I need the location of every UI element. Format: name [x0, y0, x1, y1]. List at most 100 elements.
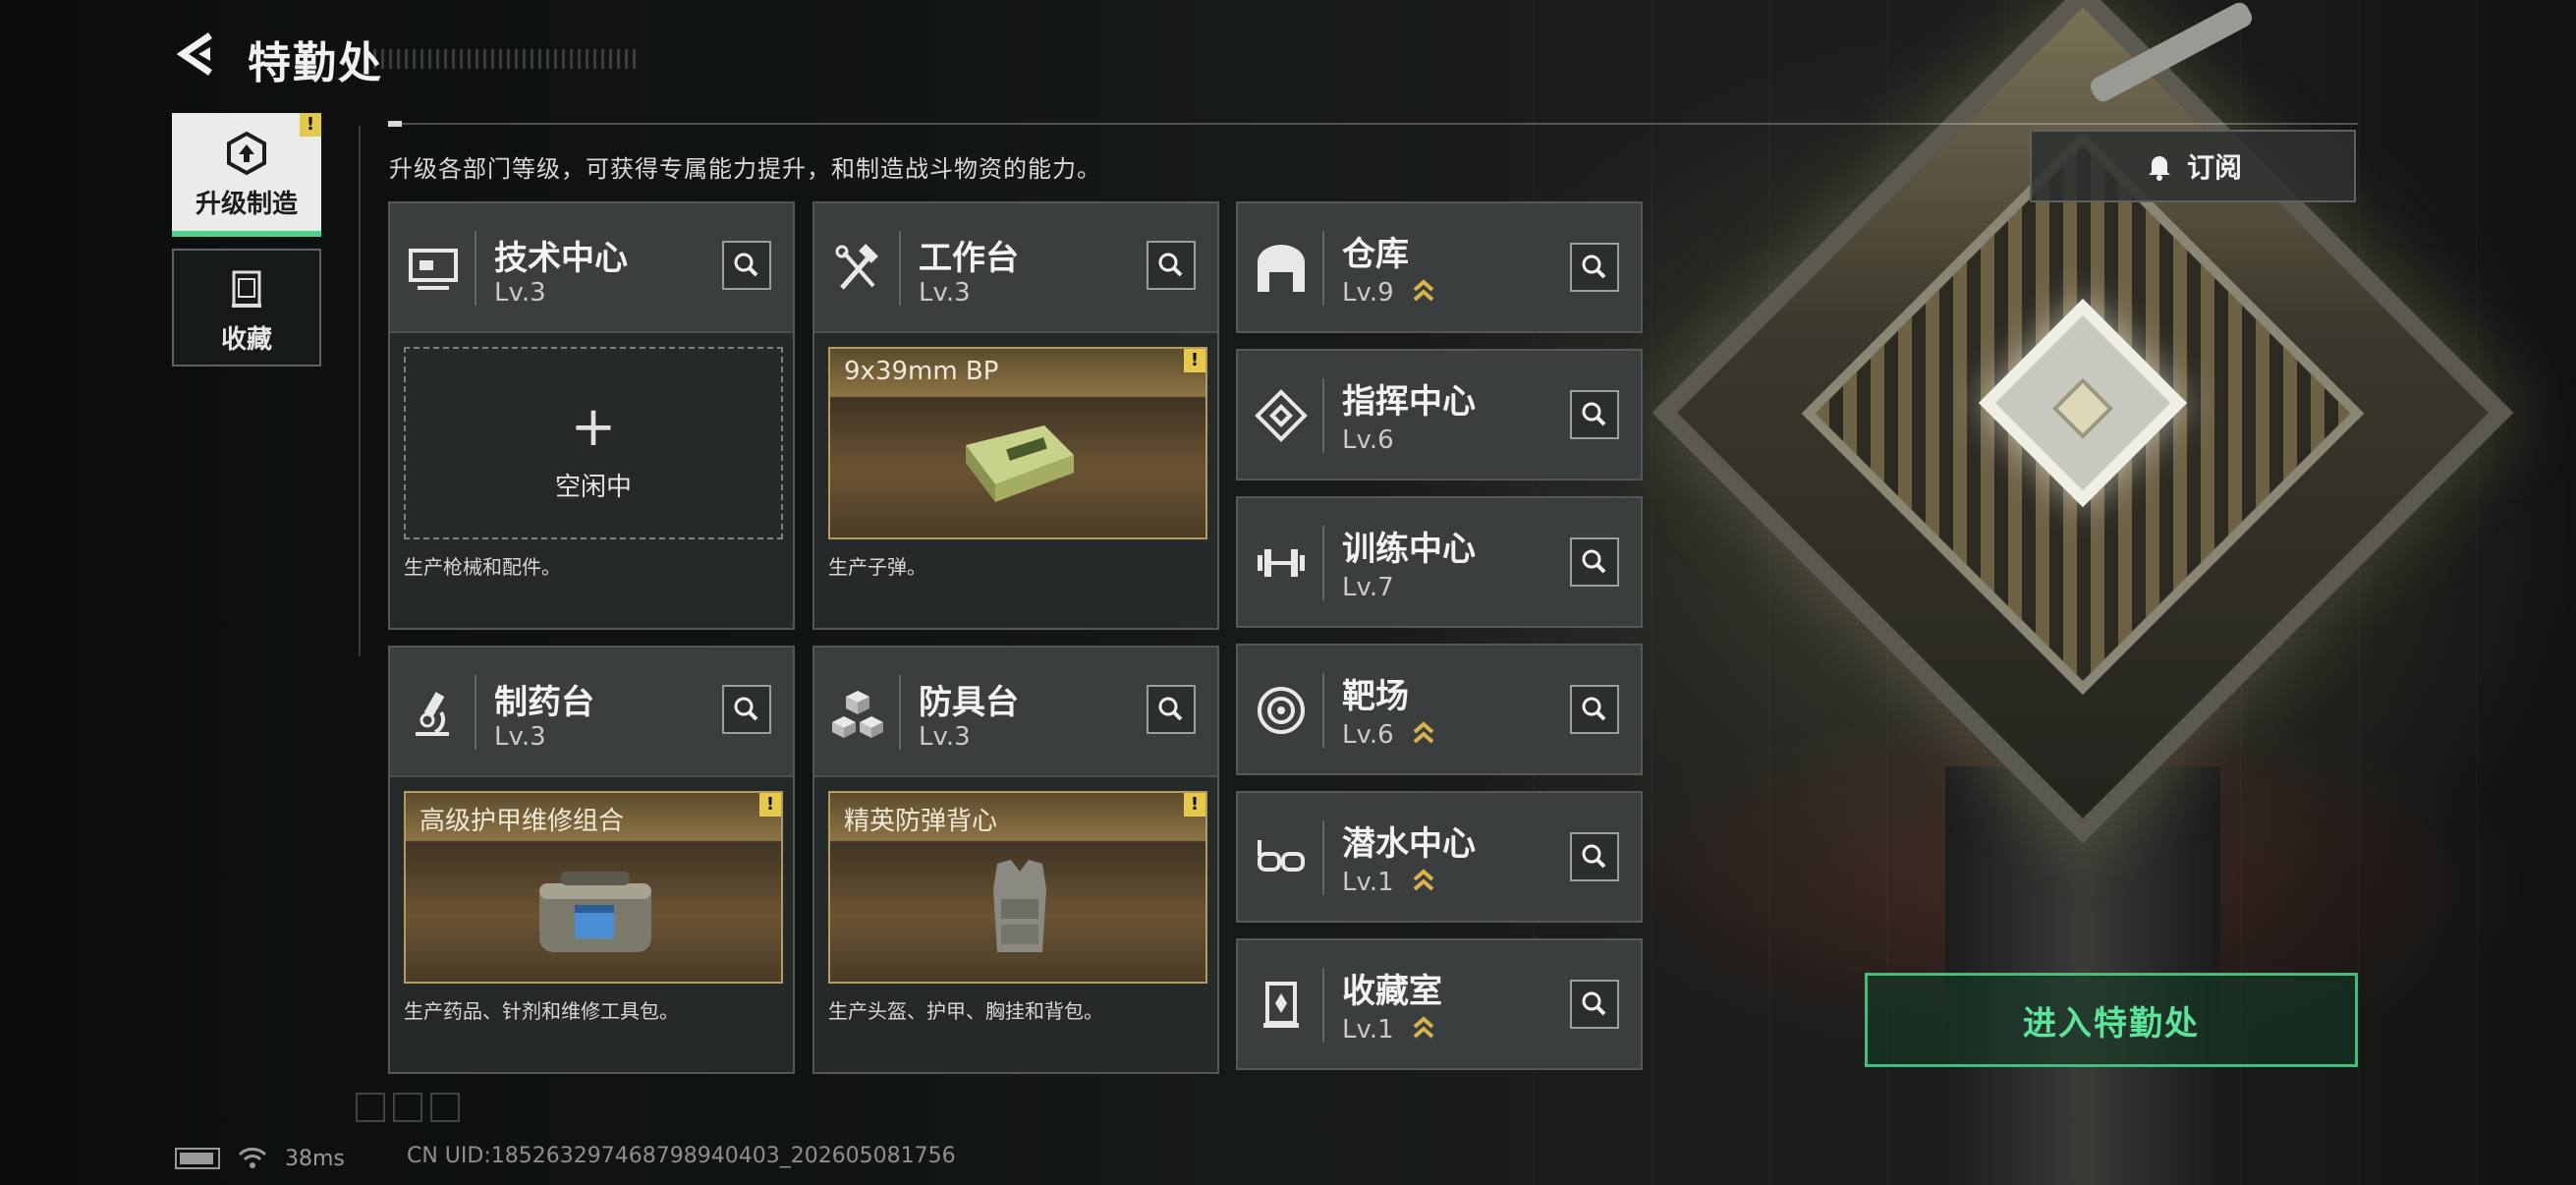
facility-name: 收藏室	[1342, 972, 1442, 1011]
facility-level: Lv.6	[1342, 425, 1394, 455]
search-icon	[1582, 254, 1606, 279]
microscope-icon	[416, 692, 449, 736]
workshop-name: 制药台	[494, 683, 594, 722]
inspect-button[interactable]	[1570, 537, 1619, 587]
search-icon	[1582, 402, 1606, 426]
workshop-header[interactable]: 技术中心 Lv.3	[390, 203, 793, 333]
workshop-card-armor-bench: 防具台 Lv.3 精英防弹背心 ! 生产头盔、护甲、胸挂和背包。	[812, 646, 1219, 1074]
alert-badge: !	[1184, 349, 1205, 372]
ping-value: 38ms	[285, 1146, 345, 1171]
subscribe-button[interactable]: 订阅	[2030, 130, 2356, 202]
facility-level: Lv.7	[1342, 573, 1394, 602]
idle-label: 空闲中	[554, 473, 632, 502]
workshop-card-tech-center: 技术中心 Lv.3 + 空闲中 生产枪械和配件。	[388, 201, 795, 630]
inspect-button[interactable]	[1147, 241, 1196, 290]
facility-level: Lv.1	[1342, 868, 1394, 897]
upgrade-gear-icon	[227, 131, 266, 176]
target-icon	[1258, 687, 1305, 734]
facility-warehouse[interactable]: 仓库 Lv.9	[1236, 201, 1643, 333]
cubes-icon	[832, 691, 883, 738]
facility-name: 仓库	[1342, 235, 1409, 274]
upgrade-chevron-icon	[1413, 869, 1434, 891]
tab-collection[interactable]: 收藏	[172, 249, 321, 367]
tab-label: 收藏	[220, 325, 272, 355]
dumbbell-icon	[1258, 549, 1305, 577]
facility-command-center[interactable]: 指挥中心 Lv.6	[1236, 349, 1643, 480]
app-root: 特勤处 升级制造 ! 收藏 升级各部门等级，可获得专属能力提升，和制造战斗物资的…	[0, 0, 2576, 1185]
workshop-name: 工作台	[919, 239, 1019, 278]
command-center-icon	[1255, 389, 1308, 442]
inspect-button[interactable]	[1147, 685, 1196, 734]
facility-collection-room[interactable]: 收藏室 Lv.1	[1236, 938, 1643, 1070]
facility-name: 靶场	[1342, 677, 1409, 716]
workshop-header[interactable]: 制药台 Lv.3	[390, 648, 793, 777]
workshop-description: 生产枪械和配件。	[404, 555, 561, 579]
search-icon	[1582, 697, 1606, 721]
plus-icon: +	[570, 395, 617, 459]
workshop-description: 生产子弹。	[828, 555, 926, 579]
production-slot[interactable]: 高级护甲维修组合 !	[404, 791, 783, 984]
inspect-button[interactable]	[1570, 832, 1619, 881]
search-icon	[734, 697, 758, 721]
inspect-button[interactable]	[722, 241, 771, 290]
workshop-description: 生产头盔、护甲、胸挂和背包。	[828, 999, 1103, 1023]
search-icon	[1158, 253, 1183, 277]
search-icon	[1582, 549, 1606, 574]
inspect-button[interactable]	[722, 685, 771, 734]
tab-label: 升级制造	[195, 190, 298, 219]
production-slot[interactable]: 9x39mm BP !	[828, 347, 1207, 539]
page-title: 特勤处	[248, 38, 383, 88]
bell-plus-icon	[2148, 156, 2170, 181]
inspect-button[interactable]	[1570, 390, 1619, 439]
workshop-level: Lv.3	[494, 722, 546, 752]
facility-shooting-range[interactable]: 靶场 Lv.6	[1236, 644, 1643, 775]
back-button[interactable]	[175, 31, 216, 77]
tab-upgrade-craft[interactable]: 升级制造 !	[172, 113, 321, 237]
facility-name: 潜水中心	[1342, 824, 1476, 864]
title-decoration	[373, 49, 639, 69]
enter-special-ops-button[interactable]: 进入特勤处	[1865, 973, 2358, 1067]
facility-level: Lv.9	[1342, 278, 1394, 308]
upgrade-chevron-icon	[1413, 721, 1434, 744]
user-uid: CN UID:185263297468798940403_20260508175…	[407, 1144, 956, 1168]
workshop-card-pharmacy: 制药台 Lv.3 高级护甲维修组合 ! 生产药品、针剂和维修工具包。	[388, 646, 795, 1074]
workshop-level: Lv.3	[919, 278, 971, 308]
inspect-button[interactable]	[1570, 243, 1619, 292]
trophy-case-icon	[1263, 982, 1299, 1028]
wifi-icon	[238, 1148, 267, 1168]
content-rail-divider	[359, 126, 361, 656]
item-name: 高级护甲维修组合	[420, 807, 625, 836]
workshop-header[interactable]: 防具台 Lv.3	[814, 648, 1217, 777]
ammo-box-image	[966, 425, 1074, 502]
hammer-wrench-icon	[835, 244, 878, 290]
warehouse-icon	[1258, 245, 1305, 292]
search-icon	[1582, 844, 1606, 869]
armor-vest-image	[993, 860, 1046, 952]
subscribe-label: 订阅	[2186, 151, 2242, 184]
search-icon	[734, 253, 758, 277]
monitor-icon	[409, 249, 458, 290]
workshop-level: Lv.3	[494, 278, 546, 308]
decorative-squares	[356, 1093, 460, 1122]
status-bar: 38ms	[175, 1144, 345, 1173]
workshop-description: 生产药品、针剂和维修工具包。	[404, 999, 679, 1023]
facility-level: Lv.6	[1342, 720, 1394, 750]
production-slot[interactable]: 精英防弹背心 !	[828, 791, 1207, 984]
intro-text: 升级各部门等级，可获得专属能力提升，和制造战斗物资的能力。	[389, 155, 1101, 183]
facility-diving-center[interactable]: 潜水中心 Lv.1	[1236, 791, 1643, 923]
inspect-button[interactable]	[1570, 980, 1619, 1029]
upgrade-chevron-icon	[1413, 1016, 1434, 1039]
upgrade-chevron-icon	[1413, 279, 1434, 302]
workshop-name: 防具台	[919, 683, 1019, 722]
search-icon	[1582, 991, 1606, 1016]
alert-badge: !	[300, 113, 321, 137]
facility-training-center[interactable]: 训练中心 Lv.7	[1236, 496, 1643, 628]
collection-case-icon	[232, 270, 261, 308]
inspect-button[interactable]	[1570, 685, 1619, 734]
facility-name: 指挥中心	[1342, 382, 1476, 422]
workshop-header[interactable]: 工作台 Lv.3	[814, 203, 1217, 333]
workshop-card-workbench: 工作台 Lv.3 9x39mm BP ! 生产子弹。	[812, 201, 1219, 630]
item-name: 9x39mm BP	[844, 357, 999, 386]
empty-production-slot[interactable]: + 空闲中	[404, 347, 783, 539]
diving-mask-icon	[1258, 840, 1305, 872]
